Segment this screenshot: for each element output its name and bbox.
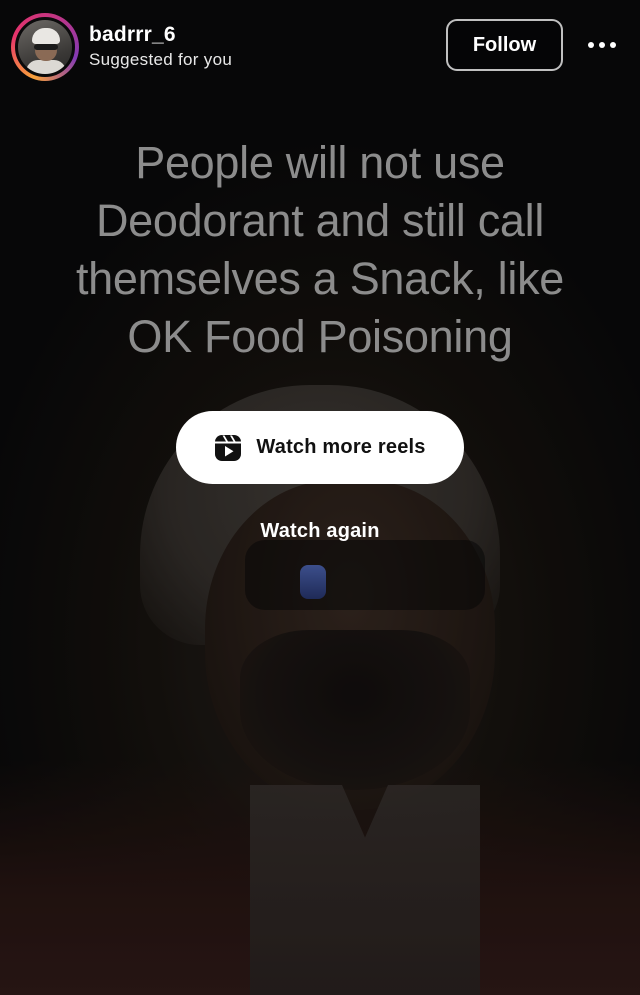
story-ring[interactable] bbox=[11, 13, 79, 81]
more-options-icon[interactable] bbox=[584, 30, 620, 60]
avatar-glasses bbox=[34, 44, 58, 50]
watch-again-button[interactable]: Watch again bbox=[220, 520, 420, 543]
caption-line: themselves a Snack, like bbox=[75, 253, 565, 304]
dot bbox=[588, 42, 594, 48]
username[interactable]: badrrr_6 bbox=[89, 22, 176, 48]
suggested-label: Suggested for you bbox=[89, 50, 233, 69]
caption-line: People will not use bbox=[135, 137, 505, 188]
caption-line: Deodorant and still call bbox=[95, 195, 545, 246]
watch-more-label: Watch more reels bbox=[256, 436, 426, 458]
watch-more-reels-button[interactable]: Watch more reels bbox=[176, 411, 464, 484]
reel-header: badrrr_6 Suggested for you Follow bbox=[0, 0, 640, 92]
dot bbox=[599, 42, 605, 48]
avatar-body bbox=[26, 60, 66, 74]
avatar-headwrap bbox=[32, 28, 60, 44]
reel-caption-overlay: People will not use Deodorant and still … bbox=[20, 134, 620, 366]
reels-icon bbox=[215, 434, 242, 461]
reel-viewer: badrrr_6 Suggested for you Follow People… bbox=[0, 0, 640, 995]
caption-line: OK Food Poisoning bbox=[127, 311, 513, 362]
avatar[interactable] bbox=[15, 17, 75, 77]
follow-button[interactable]: Follow bbox=[446, 19, 563, 71]
dot bbox=[610, 42, 616, 48]
